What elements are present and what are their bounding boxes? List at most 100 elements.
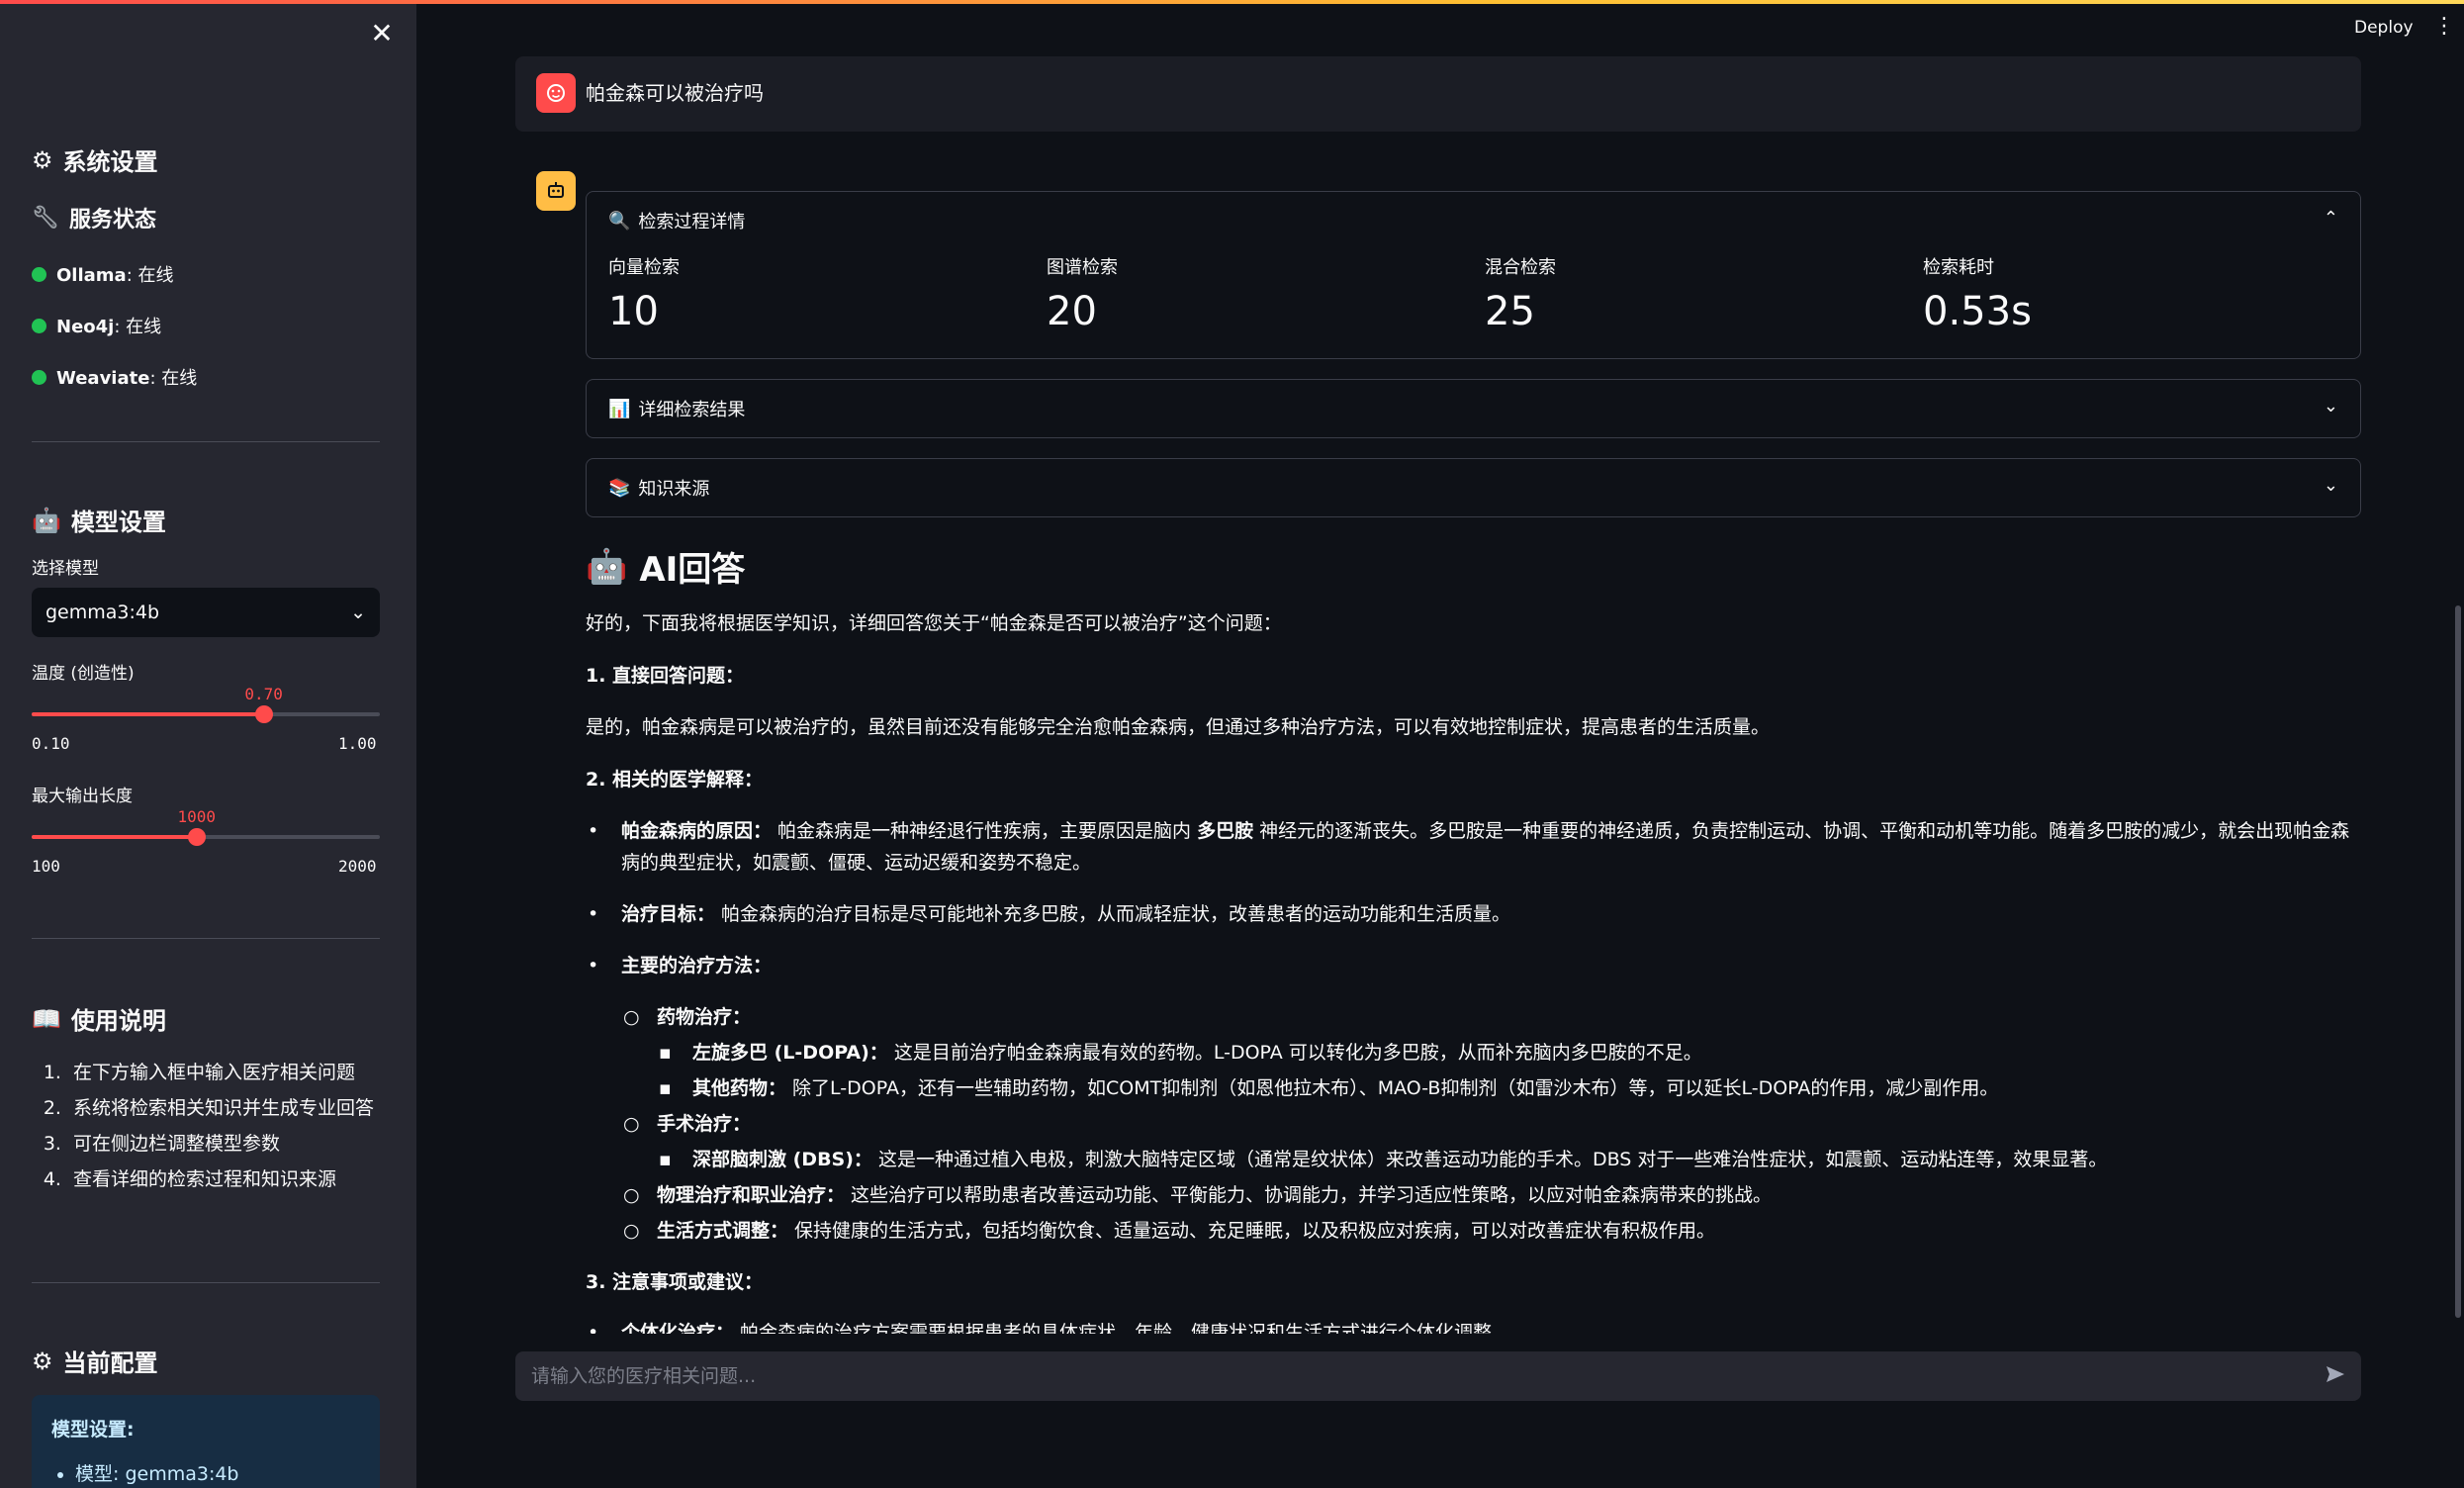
bullet-icon: • — [588, 955, 599, 976]
list-item: 系统将检索相关知识并生成专业回答 — [67, 1090, 415, 1126]
chat-input-box — [515, 1351, 2361, 1401]
gear-icon: ⚙ — [32, 1347, 53, 1375]
list-item: 左旋多巴 (L-DOPA)： 这是目前治疗帕金森病最有效的药物。L-DOPA 可… — [692, 1042, 1702, 1064]
status-weaviate: Weaviate: 在线 — [32, 364, 197, 390]
list-item: 主要的治疗方法： — [621, 955, 773, 976]
expander-header[interactable]: 🔍 检索过程详情 — [608, 192, 745, 249]
list-item: 帕金森病的原因： 帕金森病是一种神经退行性疾病，主要原因是脑内 多巴胺 神经元的… — [621, 820, 2350, 874]
usage-list: 在下方输入框中输入医疗相关问题 系统将检索相关知识并生成专业回答 可在侧边栏调整… — [32, 1055, 415, 1197]
answer-heading: 🤖 AI回答 — [586, 546, 746, 591]
temperature-value: 0.70 — [244, 685, 283, 703]
online-dot-icon — [32, 318, 46, 333]
list-item: 其他药物： 除了L-DOPA，还有一些辅助药物，如COMT抑制剂（如恩他拉木布）… — [692, 1077, 1999, 1099]
list-item: 治疗目标： 帕金森病的治疗目标是尽可能地补充多巴胺，从而减轻症状，改善患者的运动… — [621, 903, 1511, 925]
magnifier-icon: 🔍 — [608, 210, 631, 232]
divider — [32, 938, 380, 939]
chat-input[interactable] — [529, 1364, 2274, 1388]
list-item: 个体化治疗： 帕金森病的治疗方案需要根据患者的具体症状、年龄、健康状况和生活方式… — [621, 1322, 1511, 1334]
assistant-avatar-icon — [536, 171, 576, 211]
slider-thumb[interactable] — [254, 705, 273, 723]
deploy-button[interactable]: Deploy — [2354, 18, 2414, 38]
detail-results-expander[interactable]: 📊 详细检索结果 ⌄ — [586, 379, 2361, 438]
square-bullet-icon: ▪ — [659, 1077, 672, 1099]
metric-hybrid: 混合检索 25 — [1485, 257, 1556, 334]
expander-header[interactable]: 📚 知识来源 — [608, 459, 709, 516]
circle-bullet-icon: ○ — [623, 1006, 640, 1028]
retrieval-details-expander: 🔍 检索过程详情 ⌃ 向量检索 10 图谱检索 20 混合检索 25 检索耗时 … — [586, 191, 2361, 359]
section-title: 3. 注意事项或建议： — [586, 1271, 764, 1293]
chevron-down-icon[interactable]: ⌄ — [2324, 396, 2338, 417]
list-item: 药物治疗： — [657, 1006, 752, 1028]
max-length-max: 2000 — [338, 857, 377, 876]
kebab-menu-icon[interactable]: ⋮ — [2433, 14, 2455, 39]
robot-icon: 🤖 — [32, 506, 61, 534]
chevron-down-icon[interactable]: ⌄ — [2324, 475, 2338, 496]
book-icon: 📖 — [32, 1004, 61, 1033]
section-title: 1. 直接回答问题： — [586, 665, 745, 687]
max-length-min: 100 — [32, 857, 60, 876]
list-item: 在下方输入框中输入医疗相关问题 — [67, 1055, 415, 1090]
system-settings-heading: ⚙ 系统设置 — [32, 145, 158, 177]
config-info-box: 模型设置: 模型: gemma3:4b — [32, 1395, 380, 1488]
chevron-down-icon: ⌄ — [350, 602, 366, 623]
books-icon: 📚 — [608, 477, 631, 499]
sidebar: ✕ ⚙ 系统设置 🔧︎ 服务状态 Ollama: 在线 Neo4j: 在线 We… — [0, 4, 416, 1488]
send-icon[interactable] — [2324, 1362, 2347, 1390]
current-config-heading: ⚙ 当前配置 — [32, 1347, 158, 1378]
temperature-slider[interactable] — [32, 705, 380, 723]
max-length-slider[interactable] — [32, 828, 380, 846]
knowledge-source-expander[interactable]: 📚 知识来源 ⌄ — [586, 458, 2361, 517]
slider-fill — [32, 835, 197, 839]
usage-heading: 📖 使用说明 — [32, 1004, 166, 1036]
metric-vector: 向量检索 10 — [608, 257, 680, 334]
scrollbar[interactable] — [2455, 605, 2461, 1318]
metric-time: 检索耗时 0.53s — [1923, 257, 2032, 334]
clipped-content: • 个体化治疗： 帕金森病的治疗方案需要根据患者的具体症状、年龄、健康状况和生活… — [416, 1316, 2454, 1334]
list-item: 可在侧边栏调整模型参数 — [67, 1126, 415, 1162]
square-bullet-icon: ▪ — [659, 1149, 672, 1170]
slider-thumb[interactable] — [187, 828, 206, 846]
square-bullet-icon: ▪ — [659, 1042, 672, 1064]
temperature-max: 1.00 — [338, 734, 377, 753]
list-item: 深部脑刺激 (DBS)： 这是一种通过植入电极，刺激大脑特定区域（通常是纹状体）… — [692, 1149, 2108, 1170]
divider — [32, 441, 380, 442]
temperature-min: 0.10 — [32, 734, 70, 753]
select-model-label: 选择模型 — [32, 559, 99, 579]
list-item: 查看详细的检索过程和知识来源 — [67, 1162, 415, 1197]
robot-icon: 🤖 — [586, 546, 628, 587]
wrench-icon: 🔧︎ — [32, 205, 59, 231]
user-message-text: 帕金森可以被治疗吗 — [586, 81, 764, 105]
circle-bullet-icon: ○ — [623, 1113, 640, 1135]
model-select[interactable]: gemma3:4b ⌄ — [32, 588, 380, 637]
chevron-up-icon[interactable]: ⌃ — [2324, 208, 2338, 229]
answer-intro: 好的，下面我将根据医学知识，详细回答您关于“帕金森是否可以被治疗”这个问题： — [586, 612, 1282, 634]
online-dot-icon — [32, 369, 46, 385]
temperature-label: 温度 (创造性) — [32, 664, 135, 684]
slider-fill — [32, 712, 264, 716]
list-item: 模型: gemma3:4b — [75, 1459, 360, 1486]
bullet-icon: • — [588, 1322, 599, 1334]
metric-graph: 图谱检索 20 — [1047, 257, 1118, 334]
list-item: 生活方式调整： 保持健康的生活方式，包括均衡饮食、适量运动、充足睡眠，以及积极应… — [657, 1220, 1716, 1242]
chart-icon: 📊 — [608, 398, 631, 419]
circle-bullet-icon: ○ — [623, 1184, 640, 1206]
close-icon[interactable]: ✕ — [368, 20, 396, 47]
status-ollama: Ollama: 在线 — [32, 261, 174, 287]
bullet-icon: • — [588, 903, 599, 925]
bullet-icon: • — [588, 820, 599, 842]
status-neo4j: Neo4j: 在线 — [32, 313, 161, 338]
model-settings-heading: 🤖 模型设置 — [32, 506, 166, 537]
divider — [32, 1282, 380, 1283]
expander-header[interactable]: 📊 详细检索结果 — [608, 380, 745, 437]
max-length-value: 1000 — [177, 807, 216, 826]
config-title: 模型设置: — [51, 1419, 135, 1441]
user-avatar-icon — [536, 73, 576, 113]
gear-icon: ⚙ — [32, 145, 53, 174]
section-title: 2. 相关的医学解释： — [586, 769, 764, 790]
max-length-label: 最大输出长度 — [32, 787, 133, 806]
answer-paragraph: 是的，帕金森病是可以被治疗的，虽然目前还没有能够完全治愈帕金森病，但通过多种治疗… — [586, 716, 1771, 738]
online-dot-icon — [32, 266, 46, 282]
list-item: 手术治疗： — [657, 1113, 752, 1135]
user-message — [515, 56, 2361, 132]
service-status-heading: 🔧︎ 服务状态 — [32, 205, 156, 233]
